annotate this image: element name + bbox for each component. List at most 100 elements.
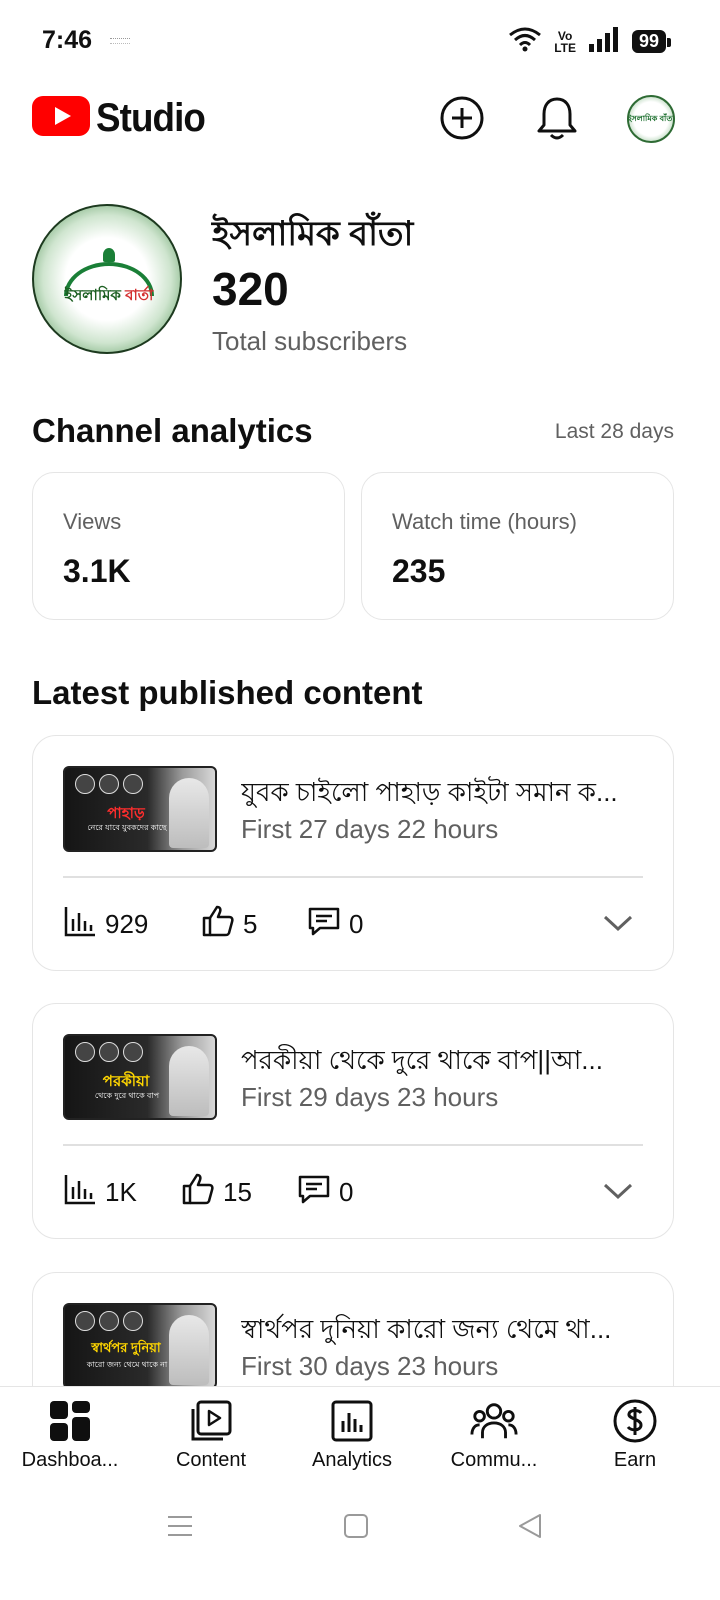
chevron-down-icon [602,1181,634,1206]
account-avatar[interactable]: ইসলামিক বাঁতা [627,95,675,143]
nav-label: Analytics [311,1449,393,1471]
volte-indicator: Vo LTE [554,30,576,54]
logo-text-red: বার্তা [125,287,154,304]
app-name: Studio [96,96,206,140]
likes-stat: 5 [201,904,307,945]
notifications-button[interactable] [533,96,581,144]
dashboard-icon [46,1397,94,1445]
system-navigation [0,1490,720,1600]
comments-stat: 0 [297,1173,353,1212]
wifi-icon [508,26,542,57]
youtube-play-icon [32,96,90,141]
video-thumbnail[interactable]: স্বার্থপর দুনিয়া কারো জন্য থেমে থাকে না [63,1303,217,1389]
bar-chart-icon [63,1173,97,1212]
views-count: 1K [105,1176,137,1207]
chevron-down-icon [602,913,634,938]
subscriber-label: Total subscribers [212,326,408,356]
metric-label: Views [63,509,122,534]
video-title: পরকীয়া থেকে দুরে থাকে বাপ||আ... [241,1045,603,1075]
nav-content[interactable]: Content [141,1397,281,1472]
video-title: স্বার্থপর দুনিয়া কারো জন্য থেমে থা... [241,1314,612,1344]
create-button[interactable] [438,96,486,144]
thumb-subtitle: থেকে দুরে থাকে বাপ [94,1091,160,1100]
thumb-circles [75,1311,143,1331]
watch-time-card[interactable]: Watch time (hours) 235 [361,472,674,620]
video-time: First 30 days 23 hours [241,1351,499,1381]
thumb-subtitle: কারো জন্য থেমে থাকে না [86,1360,168,1369]
earn-icon [611,1397,659,1445]
video-title: যুবক চাইলো পাহাড় কাইটা সমান ক... [241,777,618,807]
thumb-subtitle: নেরে যাবে যুবকদের কাছে [87,823,167,832]
expand-button[interactable] [601,908,635,942]
likes-count: 5 [243,908,258,939]
video-thumbnail[interactable]: পাহাড় নেরে যাবে যুবকদের কাছে [63,766,217,852]
channel-logo-text: ইসলামিক বার্তা [34,284,180,309]
mosque-icon [103,248,115,262]
content-icon [187,1397,235,1445]
home-button[interactable] [336,1508,376,1548]
comments-count: 0 [339,1176,354,1207]
metric-value: 3.1K [63,553,131,589]
comments-stat: 0 [307,905,363,944]
views-count: 929 [105,908,149,939]
menu-icon [166,1514,194,1543]
channel-name: ইসলামিক বাঁতা [212,215,414,253]
create-icon [439,95,485,146]
nav-label: Earn [613,1449,657,1471]
nav-community[interactable]: Commu... [424,1397,564,1472]
thumb-circles [75,774,143,794]
video-stats: 929 5 0 [63,904,363,944]
avatar-label: ইসলামিক বাঁতা [627,113,675,123]
video-card[interactable]: পাহাড় নেরে যাবে যুবকদের কাছে যুবক চাইলো… [32,735,674,971]
views-card[interactable]: Views 3.1K [32,472,345,620]
bar-chart-icon [63,905,97,944]
subscriber-count: 320 [212,263,289,315]
likes-count: 15 [223,1176,252,1207]
likes-stat: 15 [181,1172,297,1213]
back-icon [516,1512,544,1545]
nav-label: Commu... [450,1449,538,1471]
nav-earn[interactable]: Earn [565,1397,705,1472]
nav-label: Content [175,1449,247,1471]
video-thumbnail[interactable]: পরকীয়া থেকে দুরে থাকে বাপ [63,1034,217,1120]
thumbs-up-icon [181,1172,215,1213]
volte-bottom: LTE [554,40,576,55]
nav-analytics[interactable]: Analytics [282,1397,422,1472]
community-icon [470,1397,518,1445]
comment-icon [297,1173,331,1212]
card-divider [63,1144,643,1146]
nav-dashboard[interactable]: Dashboa... [0,1397,140,1472]
video-time: First 29 days 23 hours [241,1082,499,1112]
metric-value: 235 [392,553,446,589]
views-stat: 1K [63,1173,181,1212]
channel-avatar[interactable]: ইসলামিক বার্তা [32,204,182,354]
thumbs-up-icon [201,904,235,945]
battery-indicator: 99 [631,30,672,53]
video-stats: 1K 15 0 [63,1172,353,1212]
thumb-circles [75,1042,143,1062]
youtube-studio-logo[interactable]: Studio [32,96,214,141]
analytics-title: Channel analytics [32,412,313,449]
analytics-icon [328,1397,376,1445]
back-button[interactable] [510,1508,550,1548]
video-card[interactable]: পরকীয়া থেকে দুরে থাকে বাপ পরকীয়া থেকে … [32,1003,674,1239]
status-notification-icon [110,38,130,44]
bottom-navigation: Dashboa... Content Analytics Commu... Ea… [0,1386,720,1488]
channel-summary: ইসলামিক বার্তা ইসলামিক বাঁতা 320 Total s… [32,204,692,356]
analytics-range[interactable]: Last 28 days [555,420,674,444]
video-time: First 27 days 22 hours [241,814,499,844]
card-divider [63,876,643,878]
signal-icon [588,26,620,57]
app-header: Studio ইসলামিক বাঁতা [0,88,720,152]
comment-icon [307,905,341,944]
latest-content-title: Latest published content [32,674,423,711]
thumb-title: স্বার্থপর দুনিয়া [91,1340,161,1355]
home-icon [342,1512,370,1545]
logo-text-green: ইসলামিক [64,287,121,304]
expand-button[interactable] [601,1176,635,1210]
metric-label: Watch time (hours) [392,509,578,534]
comments-count: 0 [349,908,364,939]
recents-button[interactable] [160,1508,200,1548]
status-time: 7:46 [42,26,93,54]
bell-icon [535,94,579,147]
